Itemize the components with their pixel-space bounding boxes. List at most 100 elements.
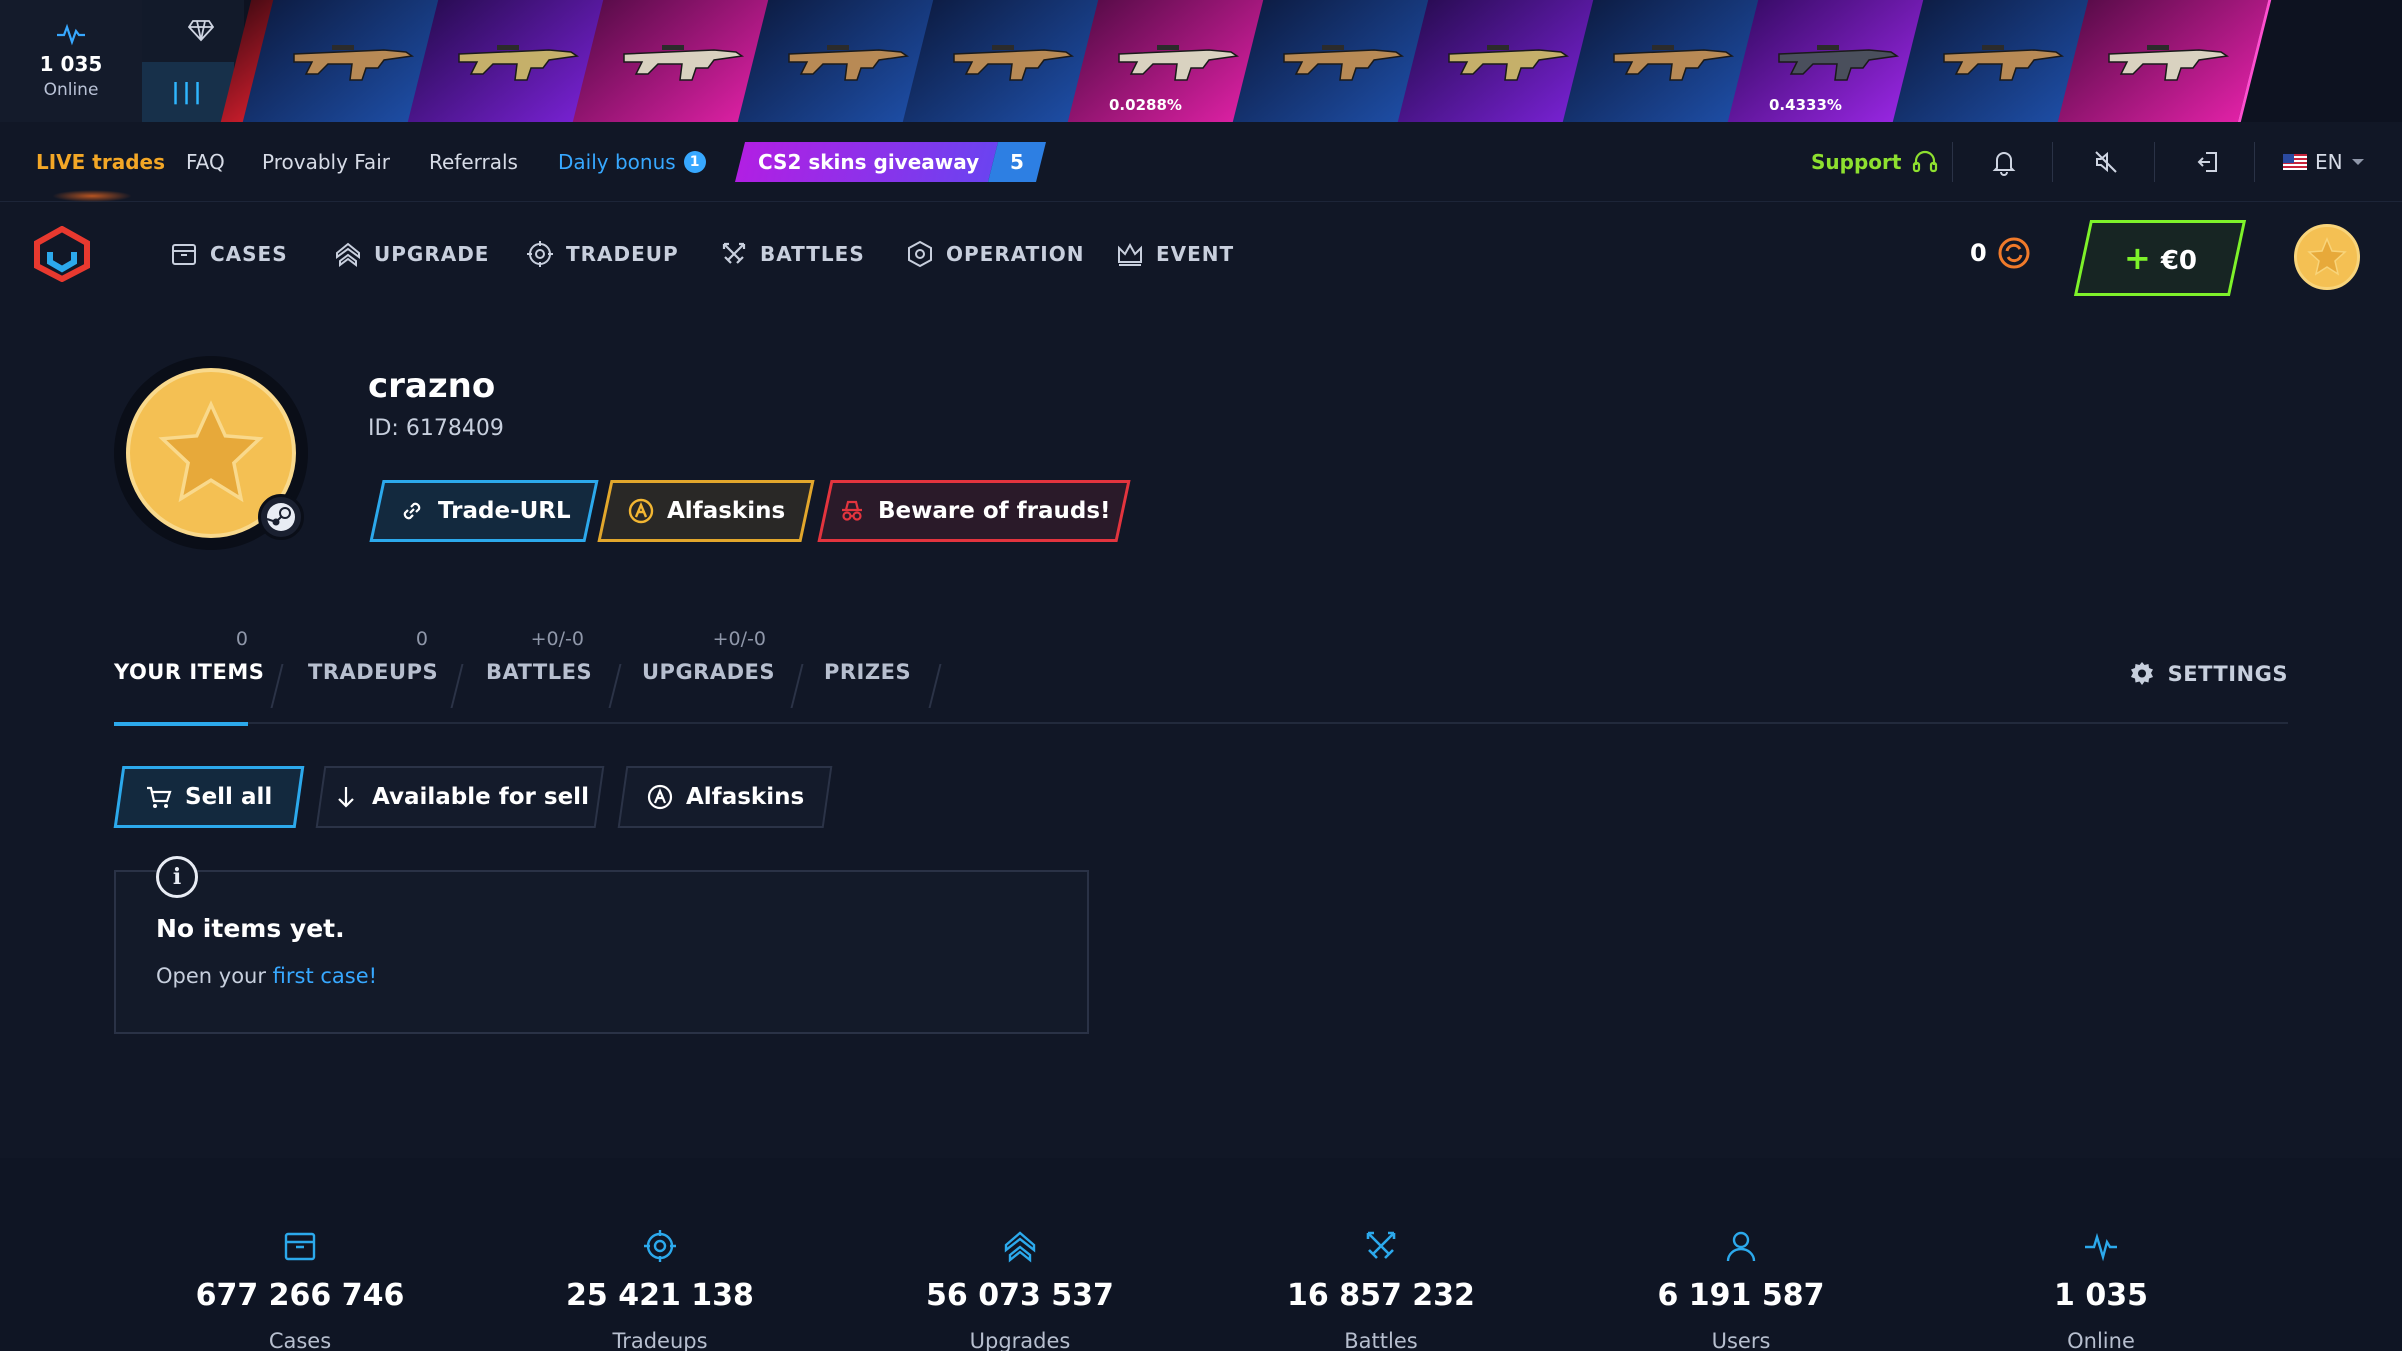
stat-online: 1 035 Online [1981,1228,2221,1351]
tab-tradeups[interactable]: 0 TRADEUPS [308,620,438,724]
online-counter: 1 035 Online [0,0,142,122]
tab-divider [270,664,284,708]
sound-muted-icon[interactable] [2092,148,2120,176]
tradeup-icon [527,241,553,267]
language-label: EN [2315,149,2343,174]
star-icon [2307,237,2347,276]
coin-icon [1998,237,2030,269]
pulse-icon [2085,1232,2117,1262]
daily-bonus-link[interactable]: Daily bonus 1 [558,150,706,174]
gear-icon [2130,662,2153,685]
tab-label: PRIZES [824,660,912,684]
referrals-link[interactable]: Referrals [429,150,518,174]
tab-count: +0/-0 [712,628,766,650]
daily-bonus-badge: 1 [683,150,706,173]
stat-label: Cases [268,1329,332,1351]
nav-battles-label: BATTLES [760,242,865,266]
provably-fair-link[interactable]: Provably Fair [262,150,390,174]
tab-your-items[interactable]: 0 YOUR ITEMS [114,620,264,726]
live-trades-link[interactable]: LIVE trades [36,150,165,174]
stat-label: Battles [1344,1329,1418,1351]
language-selector[interactable]: EN [2283,150,2365,174]
link-icon [403,502,420,520]
first-case-link[interactable]: first case! [273,964,377,988]
stat-label: Users [1711,1329,1771,1351]
online-count: 1 035 [39,52,103,76]
nav-tradeup[interactable]: TRADEUP [526,240,679,268]
crown-icon [1118,242,1142,266]
tab-battles[interactable]: +0/-0 BATTLES [486,620,592,724]
us-flag-icon [2283,153,2307,170]
tab-divider [450,664,464,708]
giveaway-button[interactable]: CS2 skins giveaway 5 [735,141,1047,182]
user-avatar[interactable] [2294,224,2360,290]
stat-label: Tradeups [612,1329,708,1351]
user-icon [1726,1231,1756,1262]
tab-upgrades[interactable]: +0/-0 UPGRADES [642,620,775,724]
settings-button[interactable]: SETTINGS [2128,660,2288,688]
available-for-sell-button[interactable]: Available for sell [315,766,605,828]
stat-users: 6 191 587 Users [1621,1228,1861,1351]
profile-tabs: 0 YOUR ITEMS 0 TRADEUPS +0/-0 BATTLES +0… [114,620,2288,726]
drop-card[interactable] [2057,0,2272,122]
trade-url-button[interactable]: Trade-URL [369,480,599,542]
diamond-icon[interactable] [188,18,214,42]
nav-cases[interactable]: CASES [170,240,288,268]
tab-divider [790,664,804,708]
sell-all-label: Sell all [185,784,273,810]
empty-items-notice: i No items yet. Open your first case! [114,856,1089,1034]
online-label: Online [43,80,99,100]
weapon-skin-icon [1118,45,1240,81]
stat-value: 25 421 138 [566,1278,754,1313]
tab-label: BATTLES [486,660,593,684]
nav-upgrade[interactable]: UPGRADE [334,240,489,268]
deposit-amount: €0 [2160,246,2197,276]
tab-count: 0 [415,628,428,650]
case-icon [172,244,196,265]
all-drops-filter-button[interactable]: ||| [142,62,234,122]
trade-url-label: Trade-URL [437,498,571,524]
daily-bonus-label: Daily bonus [558,149,676,174]
nav-cases-label: CASES [210,242,288,266]
case-icon [284,1232,316,1261]
nav-battles[interactable]: BATTLES [720,240,865,268]
plus-icon: + [2123,239,2151,277]
headset-icon [1913,150,1938,172]
weapon-skin-icon [2108,45,2230,81]
arrow-down-icon [337,787,354,808]
alfaskins-icon [628,498,654,524]
nav-operation[interactable]: OPERATION [906,240,1084,268]
divider [2052,142,2053,182]
nav-event-label: EVENT [1156,242,1235,266]
nav-event[interactable]: EVENT [1116,240,1234,268]
alfaskins-button[interactable]: Alfaskins [597,480,815,542]
bell-icon[interactable] [1990,148,2018,176]
beware-frauds-button[interactable]: Beware of frauds! [817,480,1131,542]
stat-label: Online [2067,1329,2135,1351]
drop-list: 0.0288% 0.4333% [220,0,2272,122]
alfaskins-filter-button[interactable]: Alfaskins [617,766,833,828]
site-stats: 677 266 746 Cases 25 421 138 Tradeups 56… [0,1158,2402,1351]
tab-prizes[interactable]: PRIZES [824,620,911,724]
support-link[interactable]: Support [1811,148,1939,176]
tradeup-icon [644,1230,676,1262]
weapon-skin-icon [1943,45,2065,81]
weapon-skin-icon [458,45,580,81]
steam-badge [258,494,304,540]
divider [2254,142,2255,182]
weapon-skin-icon [1448,45,1570,81]
logout-icon[interactable] [2194,148,2222,176]
weapon-skin-icon [953,45,1075,81]
site-logo-icon[interactable] [32,226,92,282]
sell-all-button[interactable]: Sell all [113,766,305,828]
deposit-button[interactable]: + €0 [2073,220,2247,296]
stat-label: Upgrades [969,1329,1071,1351]
stat-value: 56 073 537 [926,1278,1114,1313]
tab-label: UPGRADES [642,660,776,684]
upgrade-icon [336,242,360,267]
faq-link[interactable]: FAQ [186,150,225,174]
nav-tradeup-label: TRADEUP [566,242,679,266]
info-icon: i [156,856,198,898]
drop-chance: 0.0288% [1109,96,1182,114]
coin-balance[interactable]: 0 [1970,236,2031,270]
